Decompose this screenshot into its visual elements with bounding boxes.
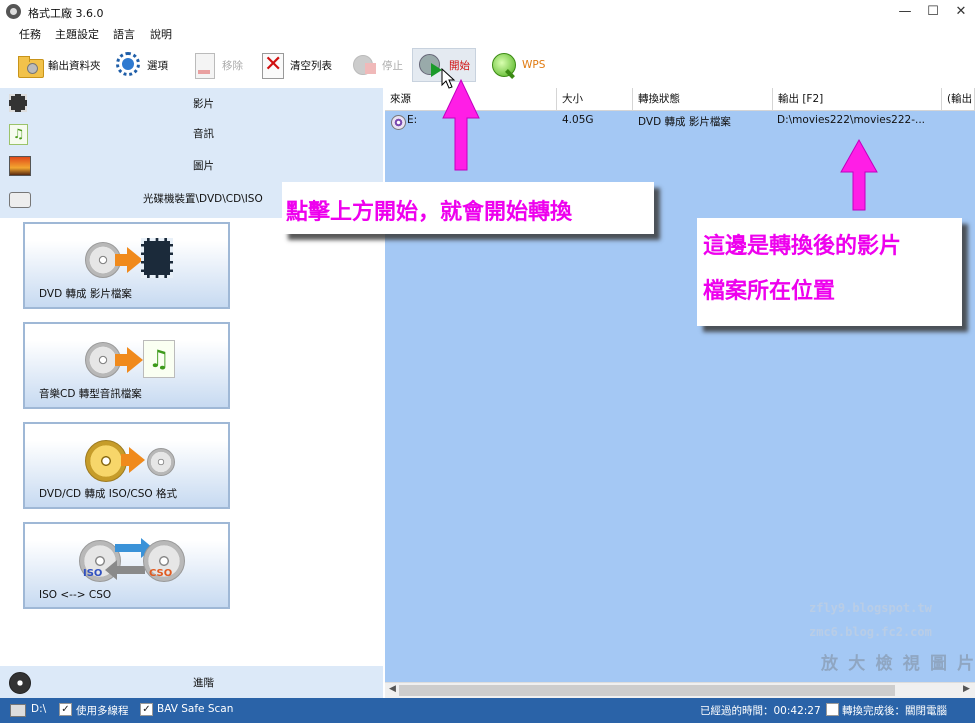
clear-x-icon: ✕ [262,52,284,79]
row-source: E: [407,114,418,126]
category-picture[interactable]: 圖片 [0,150,383,180]
title-bar: 格式工廠 3.6.0 — ☐ ✕ [0,0,975,24]
start-callout: 點擊上方開始，就會開始轉換 [282,182,654,234]
after-done-checkbox[interactable] [826,703,839,716]
gear-icon [115,51,143,79]
iso-cso-label: ISO <--> CSO [39,589,112,601]
row-size: 4.05G [562,114,594,126]
iso-cso-button[interactable]: ISO CSO ISO <--> CSO [23,522,230,609]
remove-button[interactable]: 移除 [186,48,247,82]
scroll-thumb[interactable] [399,685,895,696]
multithread-label: 使用多線程 [76,705,129,717]
horizontal-scrollbar[interactable]: ◀ ▶ [385,682,975,699]
disc-drive-icon [9,192,31,208]
stop-icon [350,51,378,79]
function-area: DVD 轉成 影片檔案 ♫ 音樂CD 轉型音訊檔案 DVD/CD 轉成 ISO/… [0,218,383,666]
menu-bar: 任務 主題設定 語言 說明 [0,24,975,42]
maximize-button[interactable]: ☐ [920,2,946,22]
options-label: 選項 [147,59,168,72]
disc-to-iso-icon [85,434,185,482]
multithread-checkbox[interactable]: ✓ [59,703,72,716]
wps-label: WPS [522,59,546,71]
app-icon [6,4,21,19]
elapsed-time: 已經過的時間：00:42:27 [700,705,821,717]
dvd-to-video-label: DVD 轉成 影片檔案 [39,288,132,300]
drive-icon [10,704,26,717]
watermark-line-1: zfly9.blogspot.tw [809,601,932,615]
arrow-to-start-icon [442,78,480,171]
category-audio-label: 音訊 [193,128,214,140]
advanced-row[interactable]: 進階 [0,666,383,698]
window-title: 格式工廠 3.6.0 [28,7,104,20]
bav-label: BAV Safe Scan [157,703,234,715]
dvd-to-video-button[interactable]: DVD 轉成 影片檔案 [23,222,230,309]
options-button[interactable]: 選項 [111,48,172,82]
row-status: DVD 轉成 影片檔案 [638,116,731,128]
menu-help[interactable]: 說明 [150,26,172,42]
cso-tag: CSO [149,568,173,579]
film-icon [9,94,27,112]
task-list: 來源 大小 轉換狀態 輸出 [F2] (輸出 E: 4.05G DVD 轉成 影… [385,88,975,699]
remove-doc-icon [190,51,218,79]
start-callout-text: 點擊上方開始，就會開始轉換 [286,200,573,225]
category-audio[interactable]: ♫ 音訊 [0,118,383,148]
menu-tasks[interactable]: 任務 [19,26,41,42]
watermark-line-3: 放 大 檢 視 圖 片 [821,654,975,674]
iso-tag: ISO [83,568,103,579]
menu-language[interactable]: 語言 [113,26,135,42]
minimize-button[interactable]: — [892,2,918,22]
folder-icon [16,51,44,79]
close-button[interactable]: ✕ [948,2,974,22]
status-bar: D:\ ✓ 使用多線程 ✓ BAV Safe Scan 已經過的時間：00:42… [0,698,975,723]
output-callout-line-2: 檔案所在位置 [703,279,836,304]
dvd-cd-to-iso-label: DVD/CD 轉成 ISO/CSO 格式 [39,488,177,500]
remove-label: 移除 [222,59,243,72]
wps-button[interactable]: WPS [486,48,549,82]
arrow-to-output-icon [840,138,878,211]
wps-icon [490,51,518,79]
category-video[interactable]: 影片 [0,88,383,118]
audio-cd-to-audio-button[interactable]: ♫ 音樂CD 轉型音訊檔案 [23,322,230,409]
music-note-icon: ♫ [9,124,28,145]
status-drive: D:\ [31,703,47,715]
output-callout-line-1: 這邊是轉換後的影片 [703,234,902,259]
category-picture-label: 圖片 [193,160,214,172]
cd-to-audio-icon: ♫ [85,334,185,382]
dvd-cd-to-iso-button[interactable]: DVD/CD 轉成 ISO/CSO 格式 [23,422,230,509]
bav-checkbox[interactable]: ✓ [140,703,153,716]
clear-list-button[interactable]: ✕ 清空列表 [254,48,336,82]
stop-label: 停止 [382,59,403,72]
watermark-line-2: zmc6.blog.fc2.com [809,625,932,639]
clear-list-label: 清空列表 [290,59,332,72]
menu-theme[interactable]: 主題設定 [55,26,99,42]
advanced-label: 進階 [193,677,214,689]
left-panel: 影片 ♫ 音訊 圖片 光碟機裝置\DVD\CD\ISO DVD 轉成 影片檔案 [0,88,383,698]
category-video-label: 影片 [193,98,214,110]
dvd-to-video-icon [85,234,185,282]
film-reel-icon [9,672,31,694]
output-folder-label: 輸出資料夾 [48,59,101,72]
scroll-right-icon[interactable]: ▶ [963,684,970,694]
iso-cso-icon: ISO CSO [79,534,185,582]
audio-cd-to-audio-label: 音樂CD 轉型音訊檔案 [39,388,142,400]
stop-button[interactable]: 停止 [346,48,407,82]
scroll-left-icon[interactable]: ◀ [389,684,396,694]
category-disc-label: 光碟機裝置\DVD\CD\ISO [143,193,263,205]
after-done-label: 轉換完成後：關閉電腦 [842,705,947,717]
toolbar: 輸出資料夾 選項 移除 ✕ 清空列表 停止 開始 WPS [0,42,975,88]
row-output: D:\movies222\movies222-... [777,114,926,126]
mouse-cursor-icon [441,68,456,89]
dvd-disc-icon [391,115,406,130]
output-callout: 這邊是轉換後的影片 檔案所在位置 [697,218,962,326]
output-folder-button[interactable]: 輸出資料夾 [12,48,105,82]
picture-icon [9,156,31,176]
